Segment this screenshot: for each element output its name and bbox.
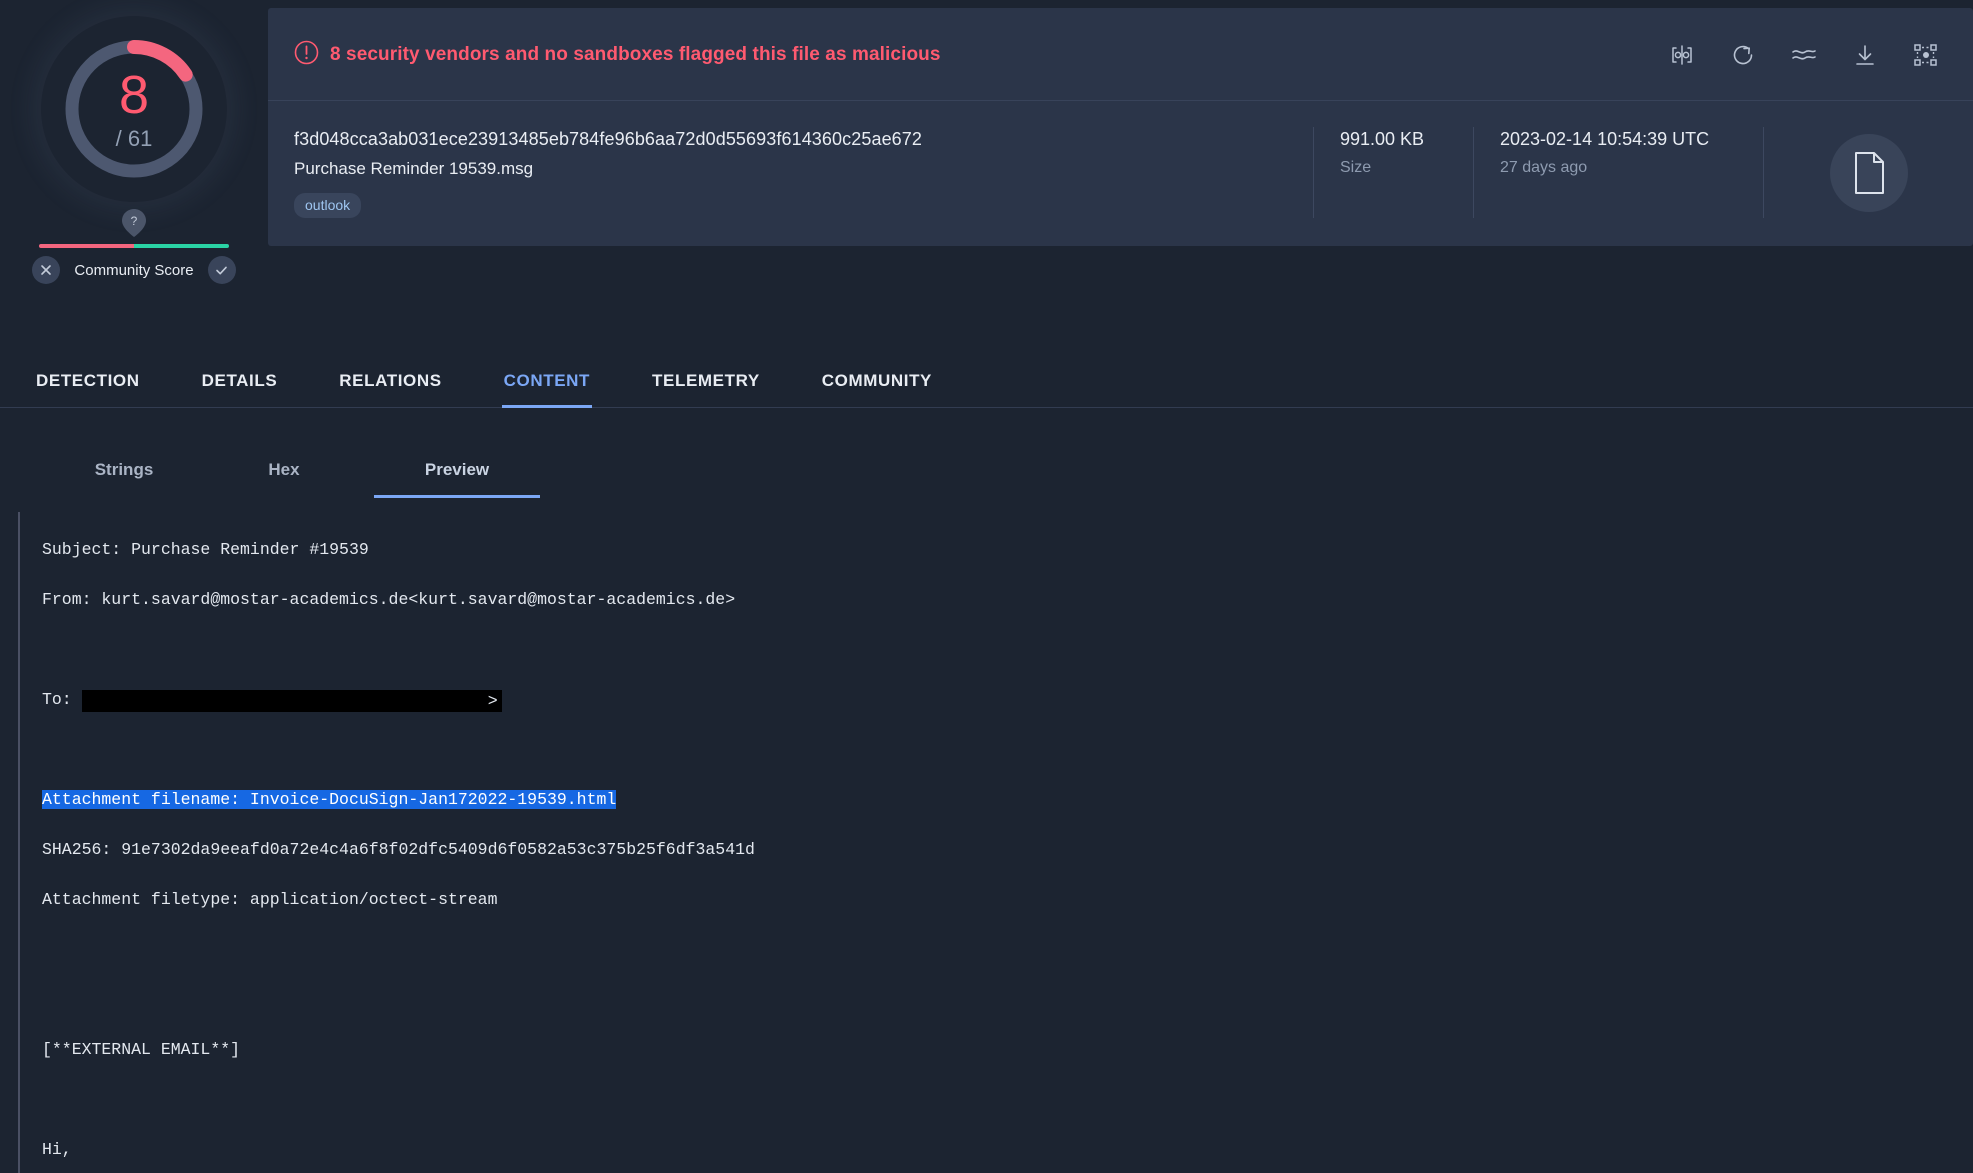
report-header: 8 / 61 ? Community Score 8 security vend… [0,0,1973,284]
email-preview-text: Subject: Purchase Reminder #19539 From: … [18,512,1973,1173]
community-bar-negative [39,244,134,248]
community-score-label: Community Score [74,261,194,279]
main-tab-bar: DETECTION DETAILS RELATIONS CONTENT TELE… [0,350,1973,408]
file-identity: f3d048cca3ab031ece23913485eb784fe96b6aa7… [294,127,1313,218]
detection-score-panel: 8 / 61 ? Community Score [0,8,268,284]
preview-spacer-4 [42,987,1973,1012]
preview-to-line: To: > [42,687,1973,712]
subtab-preview[interactable]: Preview [374,460,540,498]
malicious-alert-text: 8 security vendors and no sandboxes flag… [330,44,941,65]
detection-count: 8 [118,65,150,125]
reanalyze-icon[interactable] [1726,38,1760,72]
download-icon[interactable] [1848,38,1882,72]
preview-spacer-1 [42,637,1973,662]
file-summary-card: 8 security vendors and no sandboxes flag… [268,8,1973,246]
tab-detection[interactable]: DETECTION [36,371,140,407]
preview-left-rule [18,512,20,1173]
x-circle-icon[interactable] [32,256,61,284]
preview-sha256-line: SHA256: 91e7302da9eeafd0a72e4c4a6f8f02df… [42,840,755,859]
email-preview-panel: Subject: Purchase Reminder #19539 From: … [0,512,1973,1173]
file-hash[interactable]: f3d048cca3ab031ece23913485eb784fe96b6aa7… [294,129,1313,150]
preview-from-line: From: kurt.savard@mostar-academics.de<ku… [42,590,736,609]
file-actions-toolbar [1665,38,1947,72]
similar-files-icon[interactable] [1665,38,1699,72]
gauge-center: 8 / 61 [51,26,217,192]
preview-greeting: Hi, [42,1140,72,1159]
file-date-column: 2023-02-14 10:54:39 UTC 27 days ago [1473,127,1763,218]
community-score-bar [39,244,229,248]
file-date-relative: 27 days ago [1500,159,1588,176]
preview-external-banner: [**EXTERNAL EMAIL**] [42,1040,241,1059]
question-marker-icon[interactable]: ? [121,208,147,238]
tab-relations[interactable]: RELATIONS [339,371,441,407]
subtab-hex[interactable]: Hex [214,460,354,498]
preview-subject-line: Subject: Purchase Reminder #19539 [42,540,369,559]
check-circle-icon[interactable] [207,256,236,284]
subtab-strings[interactable]: Strings [64,460,184,498]
file-size-value: 991.00 KB [1340,129,1425,149]
preview-spacer-5 [42,1087,1973,1112]
preview-attachment-filename-line: Attachment filename: Invoice-DocuSign-Ja… [42,787,1973,812]
redacted-recipient: > [81,690,502,712]
exclamation-circle-icon [294,40,320,70]
preview-spacer-3 [42,937,1973,962]
detection-total: / 61 [115,126,153,151]
virustotal-file-report-page: 8 / 61 ? Community Score 8 security vend… [0,0,1973,1173]
preview-to-prefix: To: [42,690,82,709]
file-date-value: 2023-02-14 10:54:39 UTC [1500,129,1710,149]
file-size-column: 991.00 KB Size [1313,127,1473,218]
tab-content[interactable]: CONTENT [501,371,593,408]
similarity-waves-icon[interactable] [1787,38,1821,72]
preview-to-arrow: > [487,691,498,711]
tab-details[interactable]: DETAILS [202,371,278,407]
preview-spacer-2 [42,737,1973,762]
file-metadata-row: f3d048cca3ab031ece23913485eb784fe96b6aa7… [268,101,1973,246]
tab-community[interactable]: COMMUNITY [822,371,932,407]
community-score-row: Community Score [32,256,236,284]
file-type-column [1763,127,1973,218]
file-size-label: Size [1340,159,1372,176]
file-tag-outlook[interactable]: outlook [294,193,362,218]
tab-telemetry[interactable]: TELEMETRY [652,371,760,407]
detection-gauge: 8 / 61 [51,26,217,192]
file-name: Purchase Reminder 19539.msg [294,159,534,178]
document-file-icon [1829,133,1908,212]
community-bar-positive [134,244,229,248]
malicious-alert-banner: 8 security vendors and no sandboxes flag… [268,8,1973,101]
graph-icon[interactable] [1909,38,1943,72]
preview-filetype-line: Attachment filetype: application/octect-… [42,890,498,909]
selected-attachment-filename[interactable]: Attachment filename: Invoice-DocuSign-Ja… [42,790,617,809]
content-sub-tab-bar: Strings Hex Preview [0,440,1973,498]
svg-text:?: ? [131,214,138,228]
